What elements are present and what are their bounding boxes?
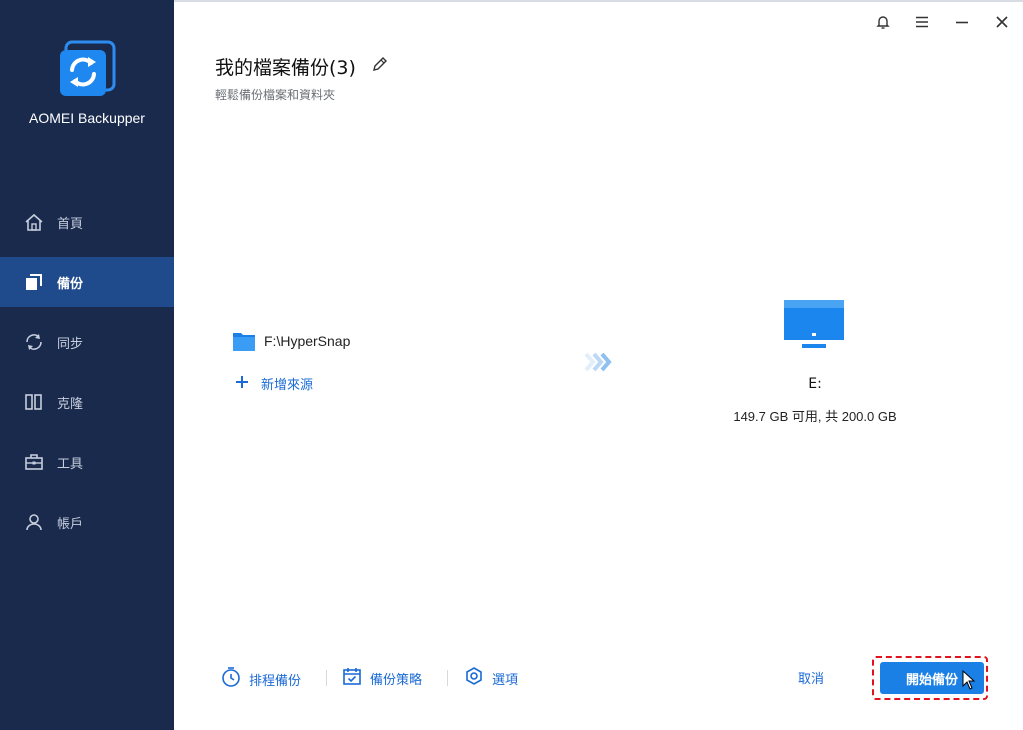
source-item[interactable]: F:\HyperSnap [232, 330, 350, 352]
sidebar-item-label: 備份 [57, 277, 84, 292]
sidebar-item-home[interactable]: 首頁 [0, 197, 174, 247]
menu-icon[interactable] [910, 10, 934, 34]
destination-space: 149.7 GB 可用, 共 200.0 GB [733, 409, 897, 424]
schedule-backup-label: 排程備份 [249, 673, 302, 689]
page-subtitle: 輕鬆備份檔案和資料夾 [215, 88, 336, 102]
user-icon [24, 512, 44, 532]
settings-hex-icon [464, 666, 484, 690]
app-logo [58, 40, 116, 98]
sidebar-item-label: 克隆 [57, 397, 84, 412]
plus-icon [235, 374, 249, 393]
sidebar-item-tools[interactable]: 工具 [0, 437, 174, 487]
folder-icon [232, 330, 256, 352]
bell-icon[interactable] [871, 10, 895, 34]
add-source-label: 新增來源 [261, 378, 314, 393]
backup-icon [24, 272, 44, 292]
sidebar: AOMEI Backupper 首頁 備份 同步 克隆 工具 帳戶 [0, 0, 174, 730]
close-icon[interactable] [990, 10, 1014, 34]
cancel-button[interactable]: 取消 [798, 668, 824, 687]
monitor-icon[interactable] [782, 300, 846, 352]
sidebar-item-label: 帳戶 [57, 517, 84, 532]
minimize-icon[interactable] [950, 10, 974, 34]
mouse-cursor-icon [962, 669, 976, 690]
sidebar-item-label: 首頁 [57, 217, 84, 232]
timer-icon [221, 666, 241, 692]
options-label: 選項 [492, 672, 519, 688]
source-path: F:\HyperSnap [264, 333, 351, 349]
direction-arrows-icon [584, 352, 616, 372]
edit-icon[interactable] [371, 55, 389, 73]
sidebar-item-backup[interactable]: 備份 [0, 257, 174, 307]
home-icon [24, 212, 44, 232]
sidebar-item-label: 工具 [57, 457, 84, 472]
sidebar-item-label: 同步 [57, 337, 84, 352]
calendar-check-icon [342, 666, 362, 690]
sidebar-item-sync[interactable]: 同步 [0, 317, 174, 367]
schedule-backup-button[interactable]: 排程備份 [221, 666, 301, 692]
clone-icon [24, 392, 44, 412]
window-border [174, 0, 1023, 2]
options-button[interactable]: 選項 [464, 666, 518, 690]
backup-scheme-label: 備份策略 [370, 672, 423, 688]
divider [326, 670, 327, 686]
destination-drive: E: [808, 376, 822, 392]
backup-scheme-button[interactable]: 備份策略 [342, 666, 422, 690]
app-name: AOMEI Backupper [29, 110, 145, 126]
add-source-button[interactable]: 新增來源 [235, 374, 313, 393]
sync-icon [24, 332, 44, 352]
divider [447, 670, 448, 686]
sidebar-item-account[interactable]: 帳戶 [0, 497, 174, 547]
sidebar-item-clone[interactable]: 克隆 [0, 377, 174, 427]
page-title: 我的檔案備份(3) [215, 57, 356, 79]
toolbox-icon [24, 452, 44, 472]
